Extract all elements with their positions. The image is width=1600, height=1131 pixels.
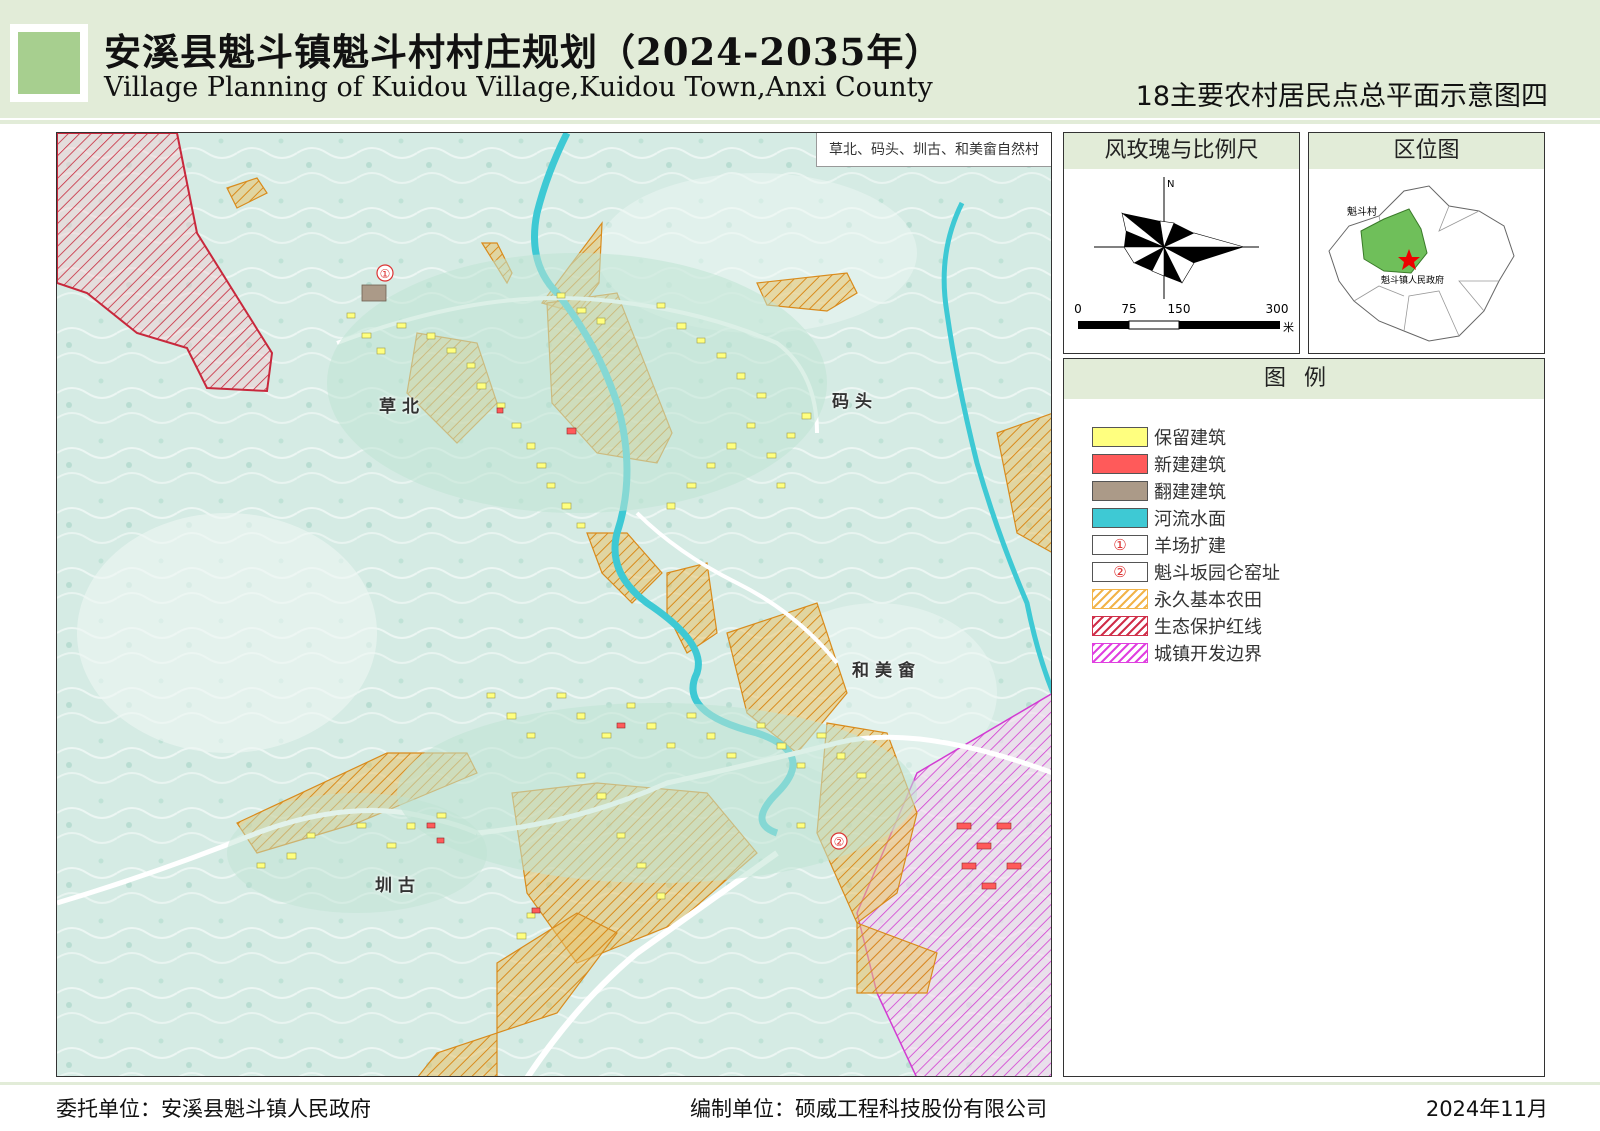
legend-panel: 图例 保留建筑新建建筑翻建建筑河流水面 ① 羊场扩建 ② 魁斗坂园仑窑址 永久基本农田 生态…: [1063, 358, 1545, 1077]
wind-rose-icon: [1121, 212, 1245, 284]
compass-panel-title: 风玫瑰与比例尺: [1064, 133, 1299, 169]
village-green-north: [327, 253, 827, 513]
legend-label: 新建建筑: [1154, 454, 1226, 476]
map-canvas[interactable]: ① ②: [57, 133, 1052, 1077]
legend-label: 河流水面: [1154, 508, 1226, 530]
legend-marker: ①: [1113, 535, 1127, 554]
place-label-matou: 码头: [832, 392, 878, 412]
marker-label: ②: [834, 835, 845, 849]
scale-tick-0: 0: [1074, 302, 1082, 316]
scale-bar: [1078, 320, 1280, 330]
legend-list: 保留建筑新建建筑翻建建筑河流水面 ① 羊场扩建 ② 魁斗坂园仑窑址 永久基本农田 生态保护红…: [1092, 423, 1280, 666]
location-map-panel: 区位图 魁斗村 魁斗镇人民政府: [1308, 132, 1545, 354]
terrain-highlight: [77, 513, 377, 753]
scale-unit: 米: [1283, 321, 1294, 334]
footer-divider: [0, 1082, 1600, 1085]
client-text: 委托单位：安溪县魁斗镇人民政府: [56, 1097, 371, 1121]
legend-item: 保留建筑: [1092, 423, 1280, 450]
gov-label: 魁斗镇人民政府: [1381, 274, 1444, 286]
marker-kiln-site[interactable]: ②: [830, 832, 848, 850]
header-divider: [0, 120, 1600, 124]
legend-label: 翻建建筑: [1154, 481, 1226, 503]
legend-label: 魁斗坂园仑窑址: [1154, 562, 1280, 584]
legend-item: ① 羊场扩建: [1092, 531, 1280, 558]
legend-swatch: [1092, 480, 1148, 501]
legend-swatch: [1092, 642, 1148, 663]
legend-label: 城镇开发边界: [1154, 643, 1262, 665]
legend-swatch: [1092, 453, 1148, 474]
header-band: 安溪县魁斗镇魁斗村村庄规划（2024-2035年） Village Planni…: [0, 0, 1600, 118]
marker-sheep-farm[interactable]: ①: [376, 264, 394, 282]
date-text: 2024年11月: [1425, 1097, 1548, 1121]
legend-swatch: [1092, 588, 1148, 609]
legend-swatch: [1092, 507, 1148, 528]
legend-item: 翻建建筑: [1092, 477, 1280, 504]
legend-label: 羊场扩建: [1154, 535, 1226, 557]
marker-label: ①: [380, 267, 391, 281]
rebuilt-building[interactable]: [361, 284, 387, 302]
village-label: 魁斗村: [1347, 205, 1377, 218]
legend-item: 新建建筑: [1092, 450, 1280, 477]
village-green-west: [227, 793, 487, 913]
place-label-caobei: 草北: [379, 397, 425, 417]
legend-label: 永久基本农田: [1154, 589, 1262, 611]
north-label: N: [1167, 179, 1174, 190]
legend-item: 永久基本农田: [1092, 585, 1280, 612]
legend-swatch: [1092, 615, 1148, 636]
legend-label: 生态保护红线: [1154, 616, 1262, 638]
sheet-title: 18主要农村居民点总平面示意图四: [1135, 81, 1548, 112]
wind-rose-and-scale: N 0 75 150 300 米: [1074, 177, 1294, 334]
legend-item: ② 魁斗坂园仑窑址: [1092, 558, 1280, 585]
compass-scale-panel: 风玫瑰与比例尺 N 0 75 150 300 米: [1063, 132, 1300, 354]
title-english: Village Planning of Kuidou Village,Kuido…: [104, 72, 933, 103]
scale-tick-300: 300: [1266, 302, 1289, 316]
place-label-zhengu: 圳古: [375, 876, 421, 896]
map-panel[interactable]: ① ② 草北、码头、圳古、和美畲自然村 草北 码头 和美畲 圳古: [56, 132, 1052, 1077]
scale-tick-150: 150: [1168, 302, 1191, 316]
legend-item: 河流水面: [1092, 504, 1280, 531]
legend-swatch: [1092, 426, 1148, 447]
logo-block: [18, 32, 80, 94]
title-chinese: 安溪县魁斗镇魁斗村村庄规划（2024-2035年）: [104, 30, 943, 74]
legend-swatch: ②: [1092, 561, 1148, 582]
location-panel-title: 区位图: [1309, 133, 1544, 169]
legend-marker: ②: [1113, 562, 1127, 581]
legend-item: 城镇开发边界: [1092, 639, 1280, 666]
legend-item: 生态保护红线: [1092, 612, 1280, 639]
map-caption: 草北、码头、圳古、和美畲自然村: [816, 133, 1051, 167]
place-label-hemeishe: 和美畲: [852, 661, 921, 681]
compiler-text: 编制单位：硕威工程科技股份有限公司: [690, 1097, 1047, 1121]
scale-tick-75: 75: [1121, 302, 1136, 316]
legend-swatch: ①: [1092, 534, 1148, 555]
legend-title: 图例: [1064, 359, 1544, 399]
location-map: 魁斗村 魁斗镇人民政府: [1328, 185, 1515, 342]
legend-label: 保留建筑: [1154, 427, 1226, 449]
